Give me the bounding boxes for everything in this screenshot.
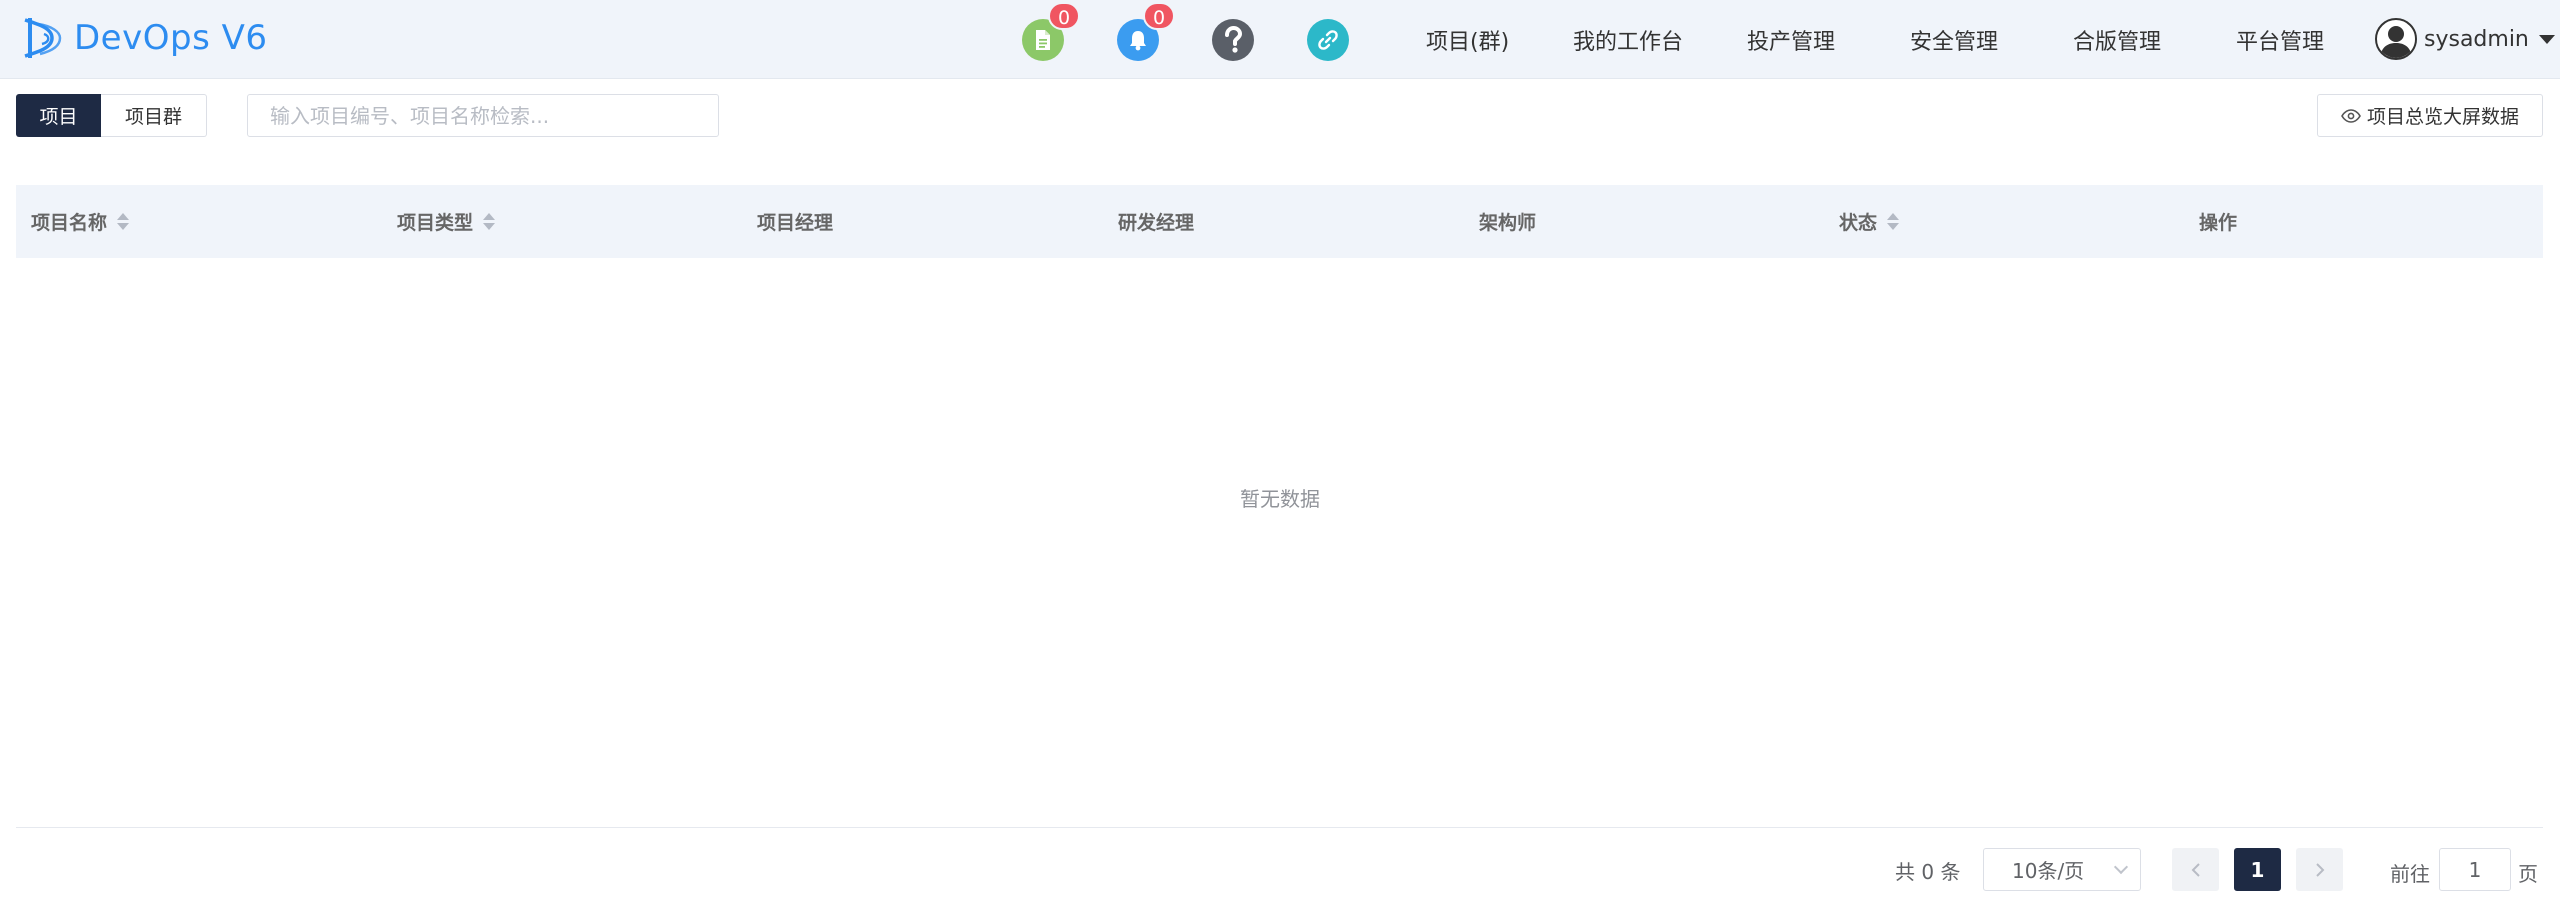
prev-page-button[interactable] <box>2172 848 2219 891</box>
link-button[interactable] <box>1307 19 1349 61</box>
chevron-right-icon <box>2315 862 2324 877</box>
document-icon <box>1036 30 1050 50</box>
nav-security-management[interactable]: 安全管理 <box>1910 0 1998 79</box>
goto-page-input[interactable] <box>2439 848 2511 891</box>
page-size-select[interactable]: 10条/页 <box>1983 848 2141 891</box>
chevron-left-icon <box>2191 862 2200 877</box>
table-header: 项目名称 项目类型 项目经理 研发经理 架构师 状态 操作 <box>16 185 2543 258</box>
empty-state-text: 暂无数据 <box>1240 487 1320 511</box>
sort-icon[interactable] <box>1887 213 1900 230</box>
help-button[interactable] <box>1212 19 1254 61</box>
column-architect: 架构师 <box>1479 185 1536 258</box>
column-project-name[interactable]: 项目名称 <box>31 185 130 258</box>
sort-icon[interactable] <box>483 213 496 230</box>
column-actions: 操作 <box>2199 185 2237 258</box>
nav-merge-management[interactable]: 合版管理 <box>2073 0 2161 79</box>
nav-my-workbench[interactable]: 我的工作台 <box>1573 0 1683 79</box>
bell-icon <box>1130 31 1146 51</box>
tab-project-group[interactable]: 项目群 <box>101 94 207 137</box>
nav-release-management[interactable]: 投产管理 <box>1747 0 1835 79</box>
column-label: 操作 <box>2199 212 2238 234</box>
column-project-manager: 项目经理 <box>757 185 833 258</box>
top-header: DevOps V6 0 0 项目(群) 我的工作台 投产管理 安全管理 合版管理… <box>0 0 2560 79</box>
chevron-down-icon <box>2113 859 2129 875</box>
avatar <box>2375 18 2417 60</box>
column-dev-manager: 研发经理 <box>1118 185 1194 258</box>
column-label: 架构师 <box>1479 212 1537 234</box>
caret-down-icon <box>2538 34 2555 44</box>
link-icon <box>1318 30 1338 50</box>
column-label: 状态 <box>1839 212 1878 234</box>
app-logo[interactable]: DevOps V6 <box>22 14 267 62</box>
project-overview-dashboard-button[interactable]: 项目总览大屏数据 <box>2317 94 2543 137</box>
next-page-button[interactable] <box>2296 848 2343 891</box>
pagination-total: 共 0 条 <box>1895 860 1961 884</box>
nav-project-group[interactable]: 项目(群) <box>1426 0 1509 79</box>
column-label: 研发经理 <box>1118 212 1195 234</box>
goto-suffix: 页 <box>2518 862 2538 886</box>
column-project-type[interactable]: 项目类型 <box>397 185 496 258</box>
sort-icon[interactable] <box>117 213 130 230</box>
column-label: 项目经理 <box>757 212 834 234</box>
eye-icon <box>2341 108 2361 123</box>
document-badge: 0 <box>1048 2 1081 30</box>
notification-badge: 0 <box>1143 2 1176 30</box>
page-number-current[interactable]: 1 <box>2234 848 2281 891</box>
username: sysadmin <box>2424 26 2529 52</box>
devops-logo-icon <box>24 18 62 58</box>
app-title: DevOps V6 <box>74 18 268 58</box>
nav-platform-management[interactable]: 平台管理 <box>2236 0 2324 79</box>
table-bottom-divider <box>16 827 2543 828</box>
overview-button-label: 项目总览大屏数据 <box>2366 106 2519 128</box>
goto-label: 前往 <box>2390 862 2430 886</box>
tab-project[interactable]: 项目 <box>16 94 101 137</box>
notification-button[interactable]: 0 <box>1117 2 1176 61</box>
help-icon <box>1225 26 1243 53</box>
user-menu[interactable]: sysadmin <box>2375 18 2555 60</box>
search-input[interactable] <box>247 94 719 137</box>
user-avatar-icon <box>2380 26 2412 58</box>
column-status[interactable]: 状态 <box>1839 185 1900 258</box>
column-label: 项目类型 <box>397 212 474 234</box>
page-size-value: 10条/页 <box>2012 859 2085 883</box>
document-icon-button[interactable]: 0 <box>1022 2 1081 61</box>
column-label: 项目名称 <box>31 212 108 234</box>
